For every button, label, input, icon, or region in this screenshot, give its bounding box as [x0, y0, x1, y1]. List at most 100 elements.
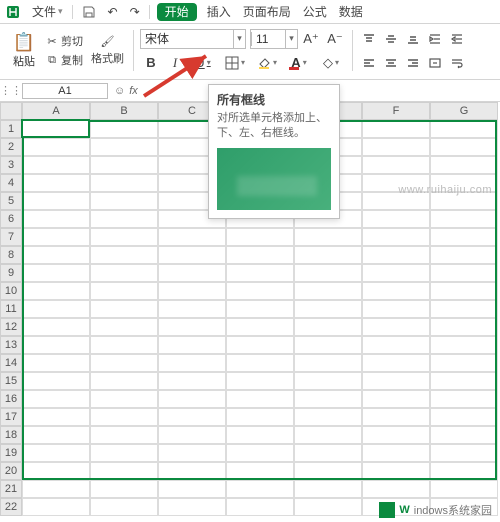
row-header[interactable]: 3: [0, 156, 22, 174]
cell[interactable]: [294, 444, 362, 462]
cell[interactable]: [226, 228, 294, 246]
cell[interactable]: [294, 264, 362, 282]
row-header[interactable]: 8: [0, 246, 22, 264]
underline-button[interactable]: U▾: [188, 53, 218, 73]
paste-button[interactable]: 📋 粘贴: [8, 32, 40, 69]
cell[interactable]: [22, 138, 90, 156]
cell[interactable]: [90, 138, 158, 156]
tab-insert[interactable]: 插入: [201, 0, 237, 24]
cell[interactable]: [362, 408, 430, 426]
cell[interactable]: [226, 336, 294, 354]
row-header[interactable]: 1: [0, 120, 22, 138]
align-center-button[interactable]: [381, 53, 401, 73]
cell[interactable]: [226, 462, 294, 480]
cell[interactable]: [226, 300, 294, 318]
cell[interactable]: [22, 246, 90, 264]
row-header[interactable]: 9: [0, 264, 22, 282]
cell[interactable]: [430, 120, 498, 138]
cell[interactable]: [226, 318, 294, 336]
cell[interactable]: [430, 444, 498, 462]
cell[interactable]: [90, 192, 158, 210]
copy-button[interactable]: ⧉复制: [42, 51, 86, 69]
cell[interactable]: [430, 300, 498, 318]
cell[interactable]: [362, 192, 430, 210]
cell[interactable]: [294, 318, 362, 336]
cell[interactable]: [294, 228, 362, 246]
cell[interactable]: [90, 426, 158, 444]
cell[interactable]: [158, 426, 226, 444]
cell[interactable]: [90, 210, 158, 228]
row-header[interactable]: 19: [0, 444, 22, 462]
cell[interactable]: [90, 408, 158, 426]
cell[interactable]: [158, 462, 226, 480]
cell[interactable]: [430, 282, 498, 300]
tab-start[interactable]: 开始: [157, 3, 197, 21]
cell[interactable]: [22, 498, 90, 516]
cell[interactable]: [430, 318, 498, 336]
font-name-combo[interactable]: 宋体 ▾: [140, 29, 246, 49]
cell[interactable]: [294, 282, 362, 300]
cell[interactable]: [158, 246, 226, 264]
cell[interactable]: [226, 498, 294, 516]
cell[interactable]: [362, 444, 430, 462]
cell[interactable]: [90, 444, 158, 462]
cell[interactable]: [362, 372, 430, 390]
cell[interactable]: [22, 336, 90, 354]
cell[interactable]: [158, 390, 226, 408]
cell[interactable]: [362, 174, 430, 192]
cell[interactable]: [22, 228, 90, 246]
cell[interactable]: [430, 372, 498, 390]
cell[interactable]: [430, 138, 498, 156]
cell[interactable]: [90, 246, 158, 264]
row-header[interactable]: 4: [0, 174, 22, 192]
decrease-indent-button[interactable]: [447, 29, 467, 49]
cell[interactable]: [362, 300, 430, 318]
nav-handle-icon[interactable]: ⋮⋮: [0, 84, 22, 97]
cell[interactable]: [226, 390, 294, 408]
wrap-text-button[interactable]: [447, 53, 467, 73]
font-color-button[interactable]: A ▾: [284, 53, 314, 73]
cell[interactable]: [362, 120, 430, 138]
name-box[interactable]: A1: [22, 83, 108, 99]
cell[interactable]: [158, 498, 226, 516]
cell[interactable]: [226, 480, 294, 498]
cell[interactable]: [430, 192, 498, 210]
cell[interactable]: [22, 372, 90, 390]
increase-indent-button[interactable]: [425, 29, 445, 49]
align-left-button[interactable]: [359, 53, 379, 73]
cell[interactable]: [90, 174, 158, 192]
fx-insert-icon[interactable]: ☺: [114, 85, 125, 97]
cell[interactable]: [158, 300, 226, 318]
cell[interactable]: [158, 444, 226, 462]
cell[interactable]: [362, 318, 430, 336]
row-header[interactable]: 21: [0, 480, 22, 498]
menu-file[interactable]: 文件▾: [26, 0, 69, 24]
decrease-font-button[interactable]: A⁻: [324, 29, 346, 49]
borders-button[interactable]: ▾: [220, 53, 250, 73]
cell[interactable]: [22, 426, 90, 444]
cell[interactable]: [430, 354, 498, 372]
cell[interactable]: [362, 390, 430, 408]
row-header[interactable]: 10: [0, 282, 22, 300]
row-header[interactable]: 12: [0, 318, 22, 336]
cell[interactable]: [90, 156, 158, 174]
cell[interactable]: [430, 228, 498, 246]
column-header[interactable]: G: [430, 102, 498, 120]
cell[interactable]: [90, 282, 158, 300]
cell[interactable]: [362, 480, 430, 498]
cell[interactable]: [362, 228, 430, 246]
cell[interactable]: [158, 228, 226, 246]
cell[interactable]: [22, 318, 90, 336]
cell[interactable]: [294, 462, 362, 480]
cell[interactable]: [294, 498, 362, 516]
row-header[interactable]: 18: [0, 426, 22, 444]
chevron-down-icon[interactable]: ▾: [285, 30, 297, 48]
cell[interactable]: [294, 408, 362, 426]
cell[interactable]: [22, 174, 90, 192]
cell[interactable]: [158, 282, 226, 300]
cell[interactable]: [158, 318, 226, 336]
qat-redo-icon[interactable]: ↷: [124, 0, 146, 24]
cell[interactable]: [22, 444, 90, 462]
clear-format-button[interactable]: ◇▾: [316, 53, 346, 73]
row-header[interactable]: 22: [0, 498, 22, 516]
